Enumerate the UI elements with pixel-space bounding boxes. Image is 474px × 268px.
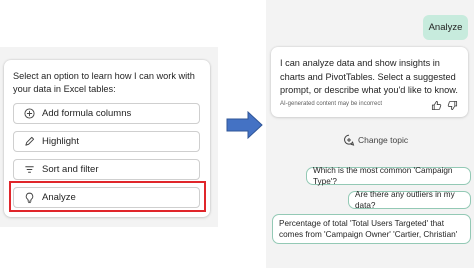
ai-response-text: I can analyze data and show insights in …: [280, 58, 458, 95]
suggested-prompt-text: Which is the most common 'Campaign Type'…: [313, 165, 453, 187]
option-label: Highlight: [42, 136, 79, 147]
ai-disclaimer: AI-generated content may be incorrect: [280, 101, 383, 107]
option-label: Add formula columns: [42, 108, 132, 119]
plus-circle-icon: [18, 103, 40, 124]
thumbs-up-icon[interactable]: [431, 98, 442, 116]
suggested-prompt-text: Are there any outliers in my data?: [355, 189, 455, 211]
suggested-prompt[interactable]: Percentage of total 'Total Users Targete…: [272, 214, 471, 244]
analyze-highlight-box: [9, 181, 206, 212]
user-message-bubble: Analyze: [423, 15, 468, 40]
suggested-prompt[interactable]: Which is the most common 'Campaign Type'…: [306, 165, 471, 187]
thumbs-down-icon[interactable]: [447, 98, 458, 116]
change-topic-button[interactable]: Change topic: [343, 133, 408, 147]
suggested-prompt[interactable]: Are there any outliers in my data?: [348, 189, 471, 211]
new-chat-icon: [343, 134, 355, 146]
filter-lines-icon: [18, 159, 40, 180]
highlight-button[interactable]: Highlight: [13, 131, 200, 152]
pencil-icon: [18, 131, 40, 152]
right-arrow-icon: [226, 110, 263, 140]
suggested-prompt-text: Percentage of total 'Total Users Targete…: [279, 218, 458, 240]
sort-and-filter-button[interactable]: Sort and filter: [13, 159, 200, 180]
options-prompt: Select an option to learn how I can work…: [13, 71, 195, 94]
change-topic-label: Change topic: [358, 135, 409, 145]
add-formula-columns-button[interactable]: Add formula columns: [13, 103, 200, 124]
option-label: Sort and filter: [42, 164, 99, 175]
user-message-text: Analyze: [428, 22, 463, 33]
